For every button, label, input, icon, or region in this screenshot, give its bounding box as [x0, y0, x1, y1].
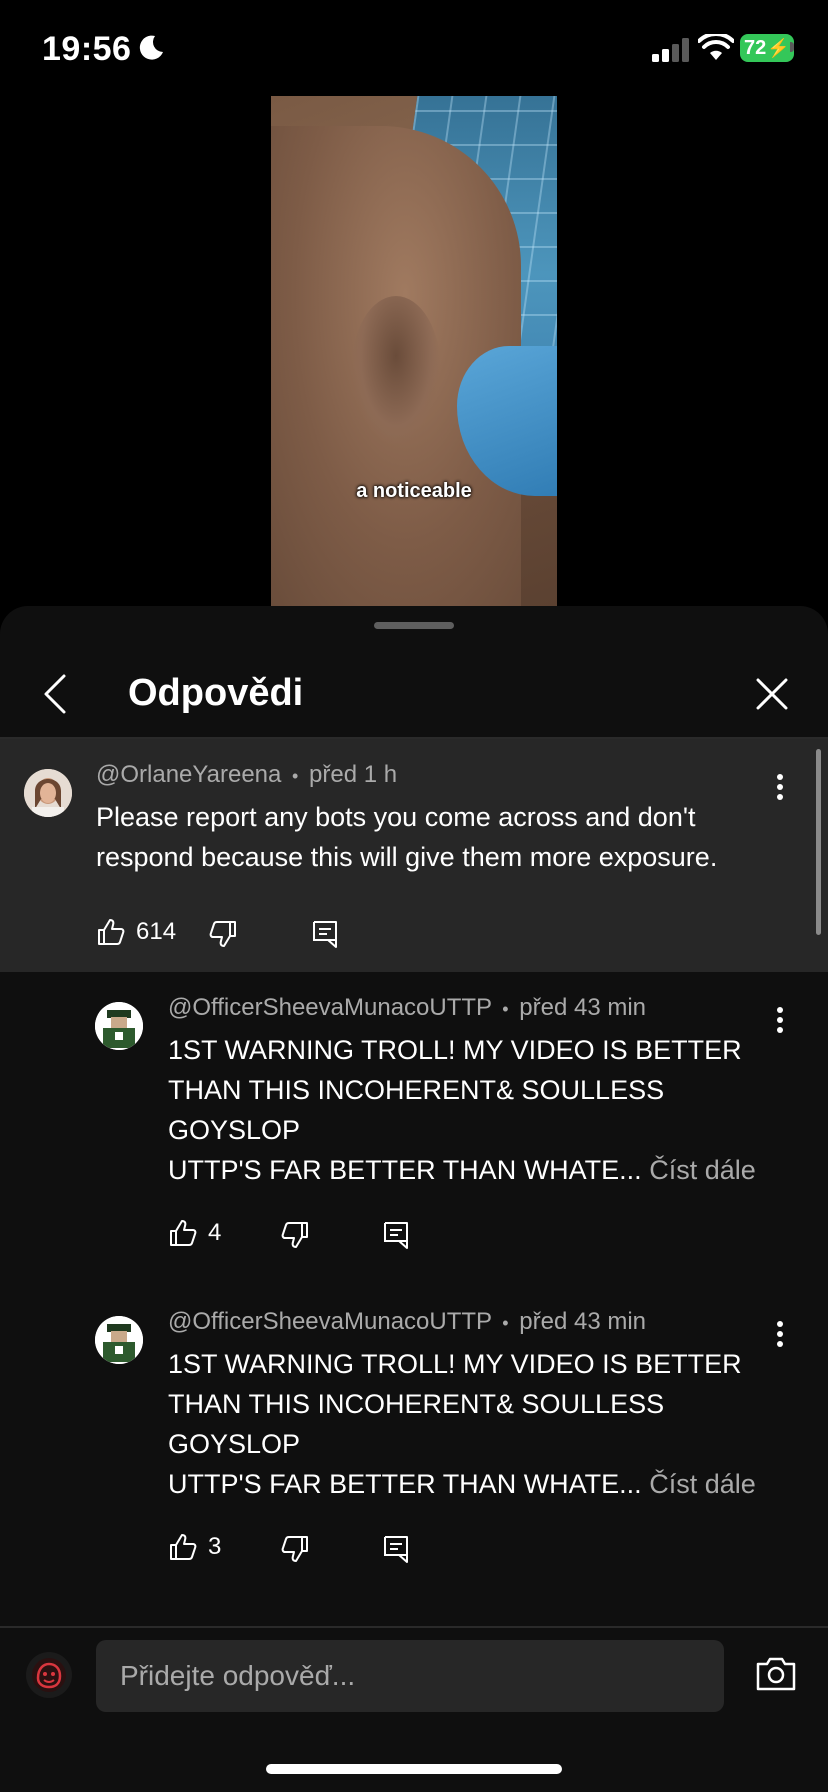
comment-text-line: Please report any bots you come across a…	[96, 802, 696, 832]
comment-text-line: respond because this will give them more…	[96, 842, 718, 872]
close-icon[interactable]	[752, 674, 792, 714]
reply-icon[interactable]	[381, 1220, 411, 1250]
comment-text: 1ST WARNING TROLL! MY VIDEO IS BETTER TH…	[168, 1344, 756, 1504]
comment-text-line: THAN THIS INCOHERENT& SOULLESS	[168, 1075, 665, 1105]
battery-nub	[790, 42, 794, 52]
comment-text-line: UTTP'S FAR BETTER THAN WHATE... Číst dál…	[168, 1464, 756, 1504]
sheet-header: Odpovědi	[0, 638, 828, 738]
avatar-image	[95, 1002, 143, 1050]
avatar-image	[24, 769, 72, 817]
thumb-down-icon[interactable]	[280, 1534, 310, 1564]
more-vert-icon[interactable]	[774, 1006, 786, 1034]
thumb-down-icon[interactable]	[280, 1220, 310, 1250]
reply-comment: @OfficerSheevaMunacoUTTP • před 43 min 1…	[0, 972, 828, 1286]
reply-icon[interactable]	[381, 1534, 411, 1564]
like-count: 4	[208, 1219, 222, 1246]
scrollbar[interactable]	[816, 749, 821, 935]
more-vert-icon[interactable]	[774, 1320, 786, 1348]
status-time: 19:56	[42, 30, 132, 68]
comment-author[interactable]: @OfficerSheevaMunacoUTTP	[168, 1308, 492, 1335]
comment-text-line: GOYSLOP	[168, 1115, 301, 1145]
comment-text-truncated: UTTP'S FAR BETTER THAN WHATE...	[168, 1469, 642, 1499]
comment-text: Please report any bots you come across a…	[96, 797, 717, 877]
sheet-title: Odpovědi	[128, 672, 304, 714]
video-caption: a noticeable	[356, 480, 472, 502]
drag-handle[interactable]	[374, 622, 454, 629]
comment-text: 1ST WARNING TROLL! MY VIDEO IS BETTER TH…	[168, 1030, 756, 1190]
reply-icon[interactable]	[310, 919, 340, 949]
reply-comment: @OfficerSheevaMunacoUTTP • před 43 min 1…	[0, 1286, 828, 1600]
comment-time[interactable]: před 1 h	[309, 761, 397, 788]
avatar[interactable]	[95, 1316, 143, 1364]
charging-bolt-icon: ⚡	[767, 37, 790, 58]
comment-text-line: 1ST WARNING TROLL! MY VIDEO IS BETTER	[168, 1349, 742, 1379]
comment-time[interactable]: před 43 min	[519, 994, 646, 1021]
like-count: 614	[136, 918, 177, 945]
more-vert-icon[interactable]	[774, 773, 786, 801]
composer-divider	[0, 1626, 828, 1628]
thumb-up-icon	[98, 919, 125, 945]
comment-meta: @OfficerSheevaMunacoUTTP • před 43 min	[168, 1308, 646, 1336]
meta-separator: •	[502, 1313, 509, 1333]
battery-indicator: 72 ⚡	[740, 34, 794, 62]
thumb-up-icon	[170, 1534, 197, 1560]
meta-separator: •	[292, 766, 299, 786]
avatar-image	[95, 1316, 143, 1364]
thumb-down-icon[interactable]	[208, 919, 238, 949]
camera-icon[interactable]	[754, 1654, 798, 1694]
comment-text-truncated: UTTP'S FAR BETTER THAN WHATE...	[168, 1155, 642, 1185]
user-avatar-icon	[32, 1658, 66, 1692]
user-avatar[interactable]	[26, 1652, 72, 1698]
status-bar: 19:56 72 ⚡	[0, 0, 828, 96]
like-count: 3	[208, 1533, 222, 1560]
avatar[interactable]	[24, 769, 72, 817]
battery-level: 72	[744, 36, 767, 59]
comment-author[interactable]: @OrlaneYareena	[96, 761, 281, 788]
home-indicator[interactable]	[266, 1764, 562, 1774]
moon-icon	[139, 35, 163, 60]
read-more-link[interactable]: Číst dále	[649, 1469, 756, 1499]
back-icon[interactable]	[36, 672, 76, 716]
comment-text-line: UTTP'S FAR BETTER THAN WHATE... Číst dál…	[168, 1150, 756, 1190]
comment-text-line: GOYSLOP	[168, 1429, 301, 1459]
comment-text-line: THAN THIS INCOHERENT& SOULLESS	[168, 1389, 665, 1419]
comment-author[interactable]: @OfficerSheevaMunacoUTTP	[168, 994, 492, 1021]
meta-separator: •	[502, 999, 509, 1019]
video-detail	[351, 296, 441, 446]
video-player[interactable]: a noticeable	[271, 96, 557, 606]
comment-text-line: 1ST WARNING TROLL! MY VIDEO IS BETTER	[168, 1035, 742, 1065]
thumb-up-icon	[170, 1220, 197, 1246]
wifi-icon	[698, 34, 734, 60]
avatar[interactable]	[95, 1002, 143, 1050]
like-button[interactable]: 614	[96, 917, 176, 947]
comment-time[interactable]: před 43 min	[519, 1308, 646, 1335]
reply-input[interactable]	[96, 1640, 724, 1712]
read-more-link[interactable]: Číst dále	[649, 1155, 756, 1185]
parent-comment: @OrlaneYareena • před 1 h Please report …	[0, 739, 828, 972]
like-button[interactable]: 4	[168, 1218, 221, 1248]
comment-meta: @OfficerSheevaMunacoUTTP • před 43 min	[168, 994, 646, 1022]
signal-icon	[652, 38, 689, 62]
comment-meta: @OrlaneYareena • před 1 h	[96, 761, 397, 789]
replies-sheet: Odpovědi @OrlaneYareena • před 1 h Pleas	[0, 606, 828, 1792]
like-button[interactable]: 3	[168, 1532, 221, 1562]
